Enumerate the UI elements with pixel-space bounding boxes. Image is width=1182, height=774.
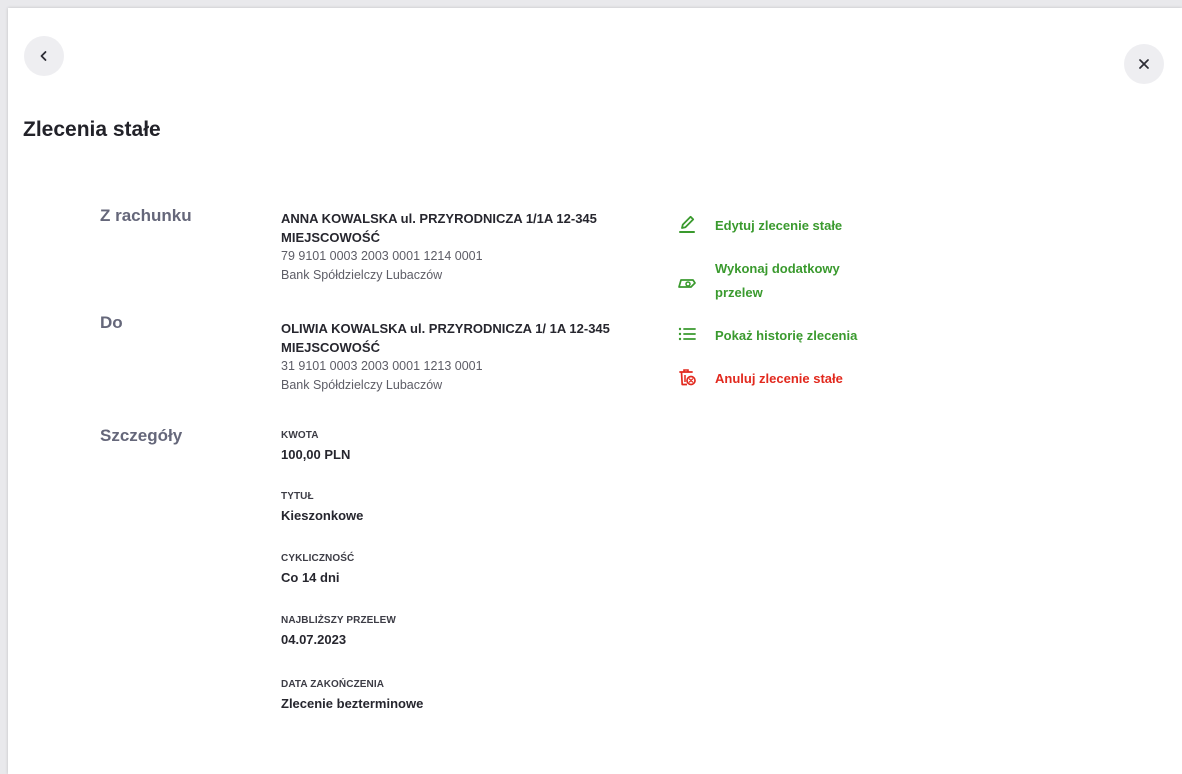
to-account-name: OLIWIA KOWALSKA ul. PRZYRODNICZA 1/ 1A 1… <box>281 321 610 355</box>
detail-value: Co 14 dni <box>281 570 340 585</box>
detail-end-date: DATA ZAKOŃCZENIA Zlecenie bezterminowe <box>281 679 423 711</box>
money-transfer-icon <box>678 279 696 288</box>
show-order-history-label: Pokaż historię zlecenia <box>715 328 858 343</box>
list-icon <box>678 327 696 341</box>
to-account-number: 31 9101 0003 2003 0001 1213 0001 <box>281 359 483 373</box>
detail-label: NAJBLIŻSZY PRZELEW <box>281 615 396 626</box>
detail-value: Zlecenie bezterminowe <box>281 696 424 711</box>
trash-cancel-icon <box>679 369 696 386</box>
detail-amount: KWOTA 100,00 PLN <box>281 430 350 462</box>
to-account-label: Do <box>100 313 123 332</box>
from-account-label: Z rachunku <box>100 206 192 225</box>
page-title: Zlecenia stałe <box>23 118 161 141</box>
detail-next-transfer: NAJBLIŻSZY PRZELEW 04.07.2023 <box>281 615 396 647</box>
detail-value: 100,00 PLN <box>281 447 351 462</box>
detail-label: DATA ZAKOŃCZENIA <box>281 679 385 690</box>
from-account-bank: Bank Spółdzielczy Lubaczów <box>281 268 443 282</box>
detail-value: Kieszonkowe <box>281 508 364 523</box>
cancel-standing-order-label: Anuluj zlecenie stałe <box>715 371 843 386</box>
to-account-block: OLIWIA KOWALSKA ul. PRZYRODNICZA 1/ 1A 1… <box>281 319 646 395</box>
back-button[interactable] <box>24 36 64 76</box>
close-icon <box>1139 59 1149 69</box>
edit-standing-order-label: Edytuj zlecenie stałe <box>715 218 843 233</box>
detail-label: KWOTA <box>281 430 319 441</box>
detail-label: CYKLICZNOŚĆ <box>281 553 355 564</box>
pencil-icon <box>679 215 695 233</box>
cancel-standing-order-button[interactable]: Anuluj zlecenie stałe <box>677 367 885 391</box>
from-account-number: 79 9101 0003 2003 0001 1214 0001 <box>281 249 483 263</box>
detail-title: TYTUŁ Kieszonkowe <box>281 491 363 523</box>
detail-value: 04.07.2023 <box>281 632 347 647</box>
show-order-history-button[interactable]: Pokaż historię zlecenia <box>677 324 885 348</box>
edit-standing-order-button[interactable]: Edytuj zlecenie stałe <box>677 214 885 238</box>
additional-transfer-label: Wykonaj dodatkowy przelew <box>715 261 840 300</box>
details-label: Szczegóły <box>100 426 183 445</box>
additional-transfer-button[interactable]: Wykonaj dodatkowy przelew <box>677 257 855 305</box>
chevron-left-icon <box>40 51 47 61</box>
detail-label: TYTUŁ <box>281 491 314 502</box>
detail-frequency: CYKLICZNOŚĆ Co 14 dni <box>281 553 354 585</box>
from-account-block: ANNA KOWALSKA ul. PRZYRODNICZA 1/1A 12-3… <box>281 209 646 285</box>
to-account-bank: Bank Spółdzielczy Lubaczów <box>281 378 443 392</box>
from-account-name: ANNA KOWALSKA ul. PRZYRODNICZA 1/1A 12-3… <box>281 211 597 245</box>
close-button[interactable] <box>1124 44 1164 84</box>
